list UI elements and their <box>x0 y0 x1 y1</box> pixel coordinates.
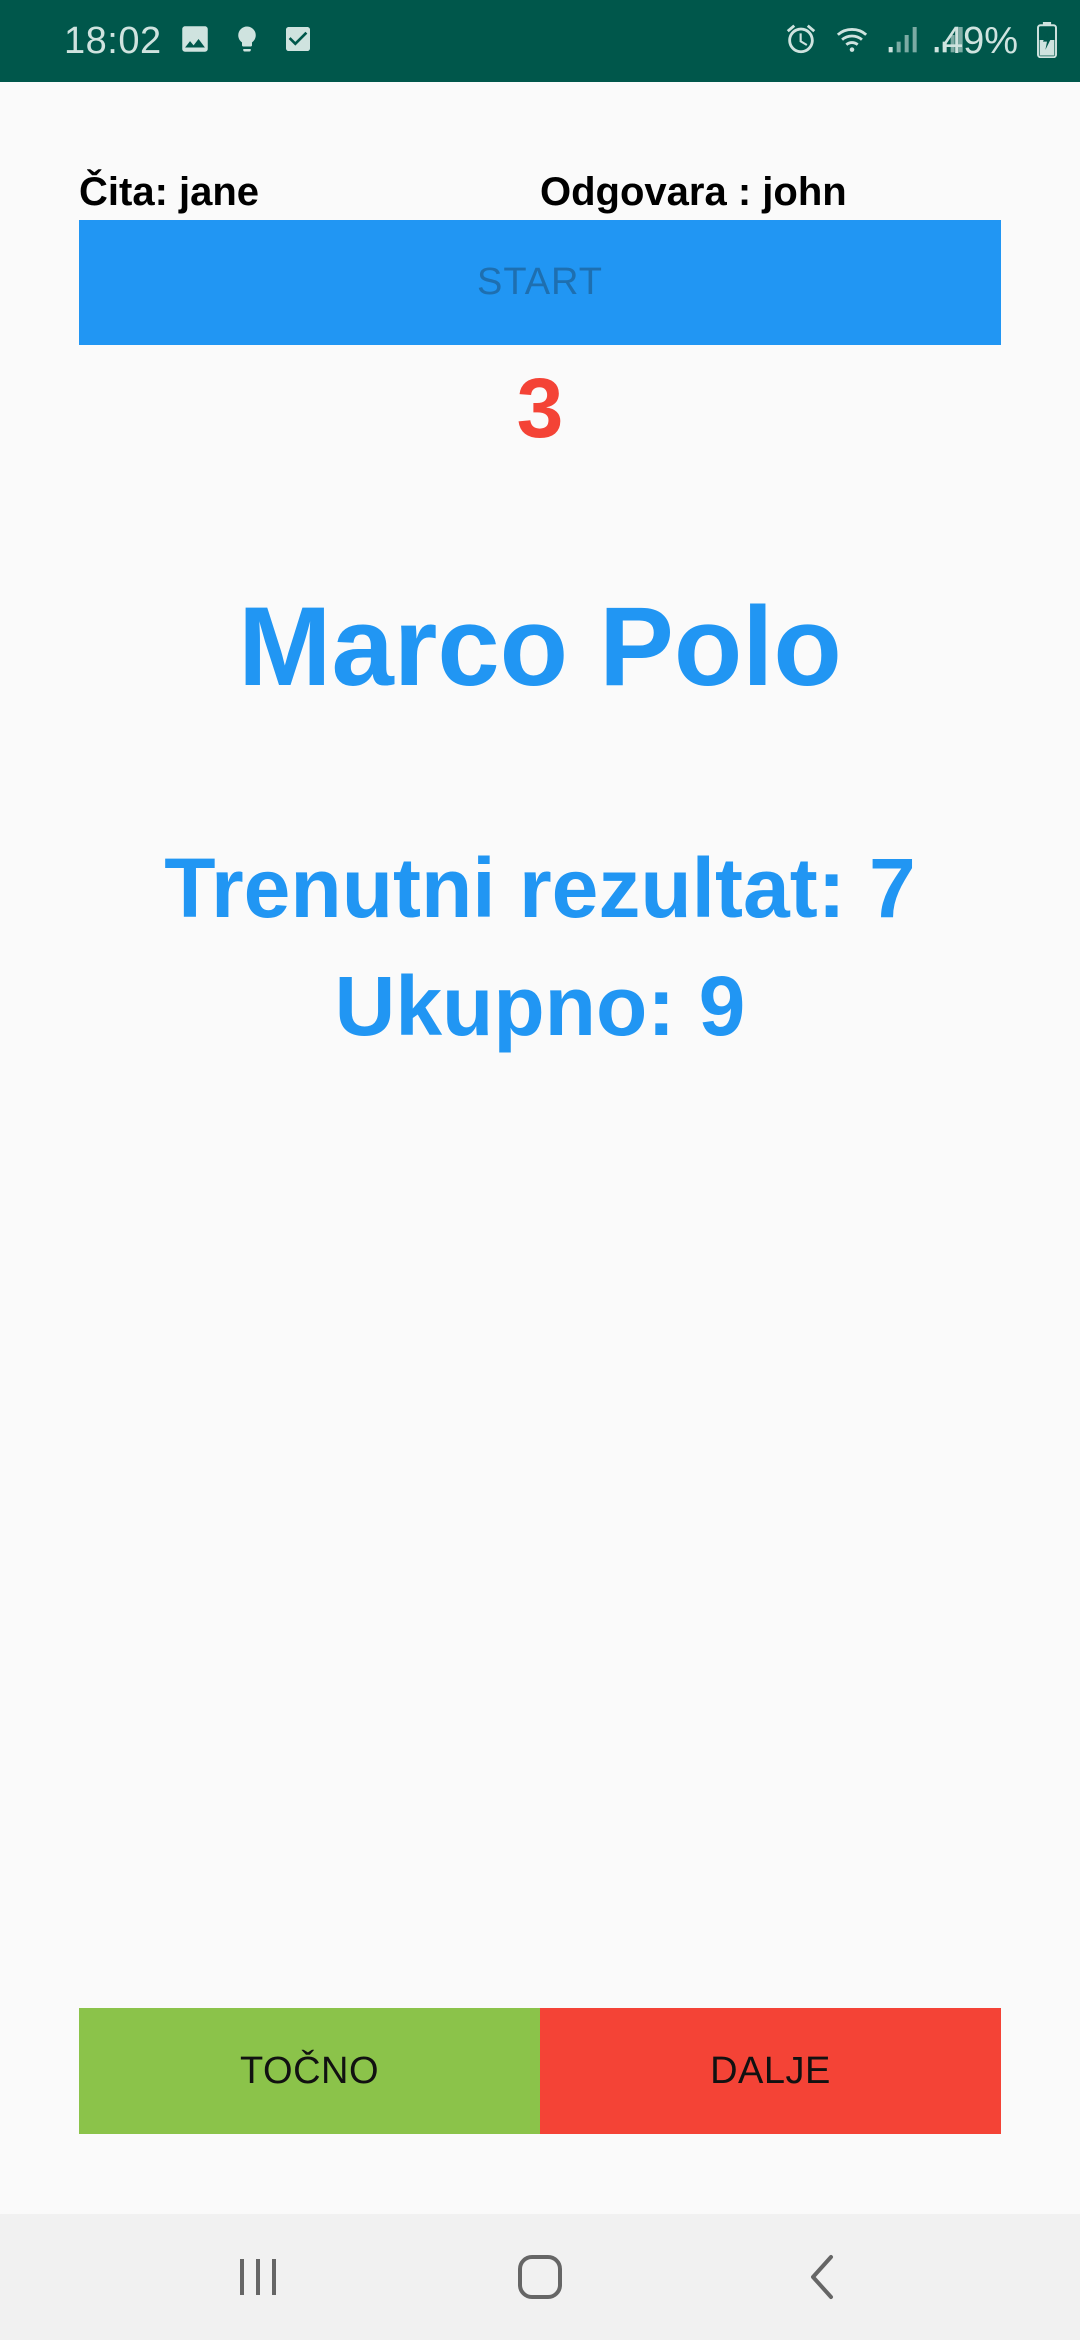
home-icon <box>518 2255 562 2299</box>
next-button[interactable]: DALJE <box>540 2008 1001 2134</box>
notification-icons <box>178 22 314 56</box>
system-icons <box>784 22 964 56</box>
back-icon <box>811 2255 833 2299</box>
answerer-label: Odgovara : john <box>540 170 847 214</box>
battery-percentage: 49% <box>941 20 1018 62</box>
current-score: Trenutni rezultat: 7 <box>164 841 916 935</box>
status-bar: 18:02 49% <box>0 0 1080 82</box>
image-icon <box>182 26 208 52</box>
battery-charging-icon <box>1037 22 1057 58</box>
total-score: Ukupno: 9 <box>334 959 746 1053</box>
wifi-icon <box>836 28 868 52</box>
signal-icon <box>888 27 917 53</box>
home-button[interactable] <box>440 2214 640 2340</box>
current-word: Marco Polo <box>238 584 842 709</box>
recents-icon <box>240 2259 276 2295</box>
checkbox-icon <box>286 27 310 51</box>
recents-button[interactable] <box>158 2214 358 2340</box>
start-button[interactable]: START <box>79 220 1001 345</box>
navigation-bar <box>0 2214 1080 2340</box>
reader-label: Čita: jane <box>79 170 260 214</box>
countdown-timer: 3 <box>516 361 564 455</box>
correct-button[interactable]: TOČNO <box>79 2008 540 2134</box>
back-button[interactable] <box>722 2214 922 2340</box>
bulb-icon <box>238 26 256 52</box>
status-time: 18:02 <box>64 20 162 62</box>
alarm-icon <box>786 24 816 54</box>
